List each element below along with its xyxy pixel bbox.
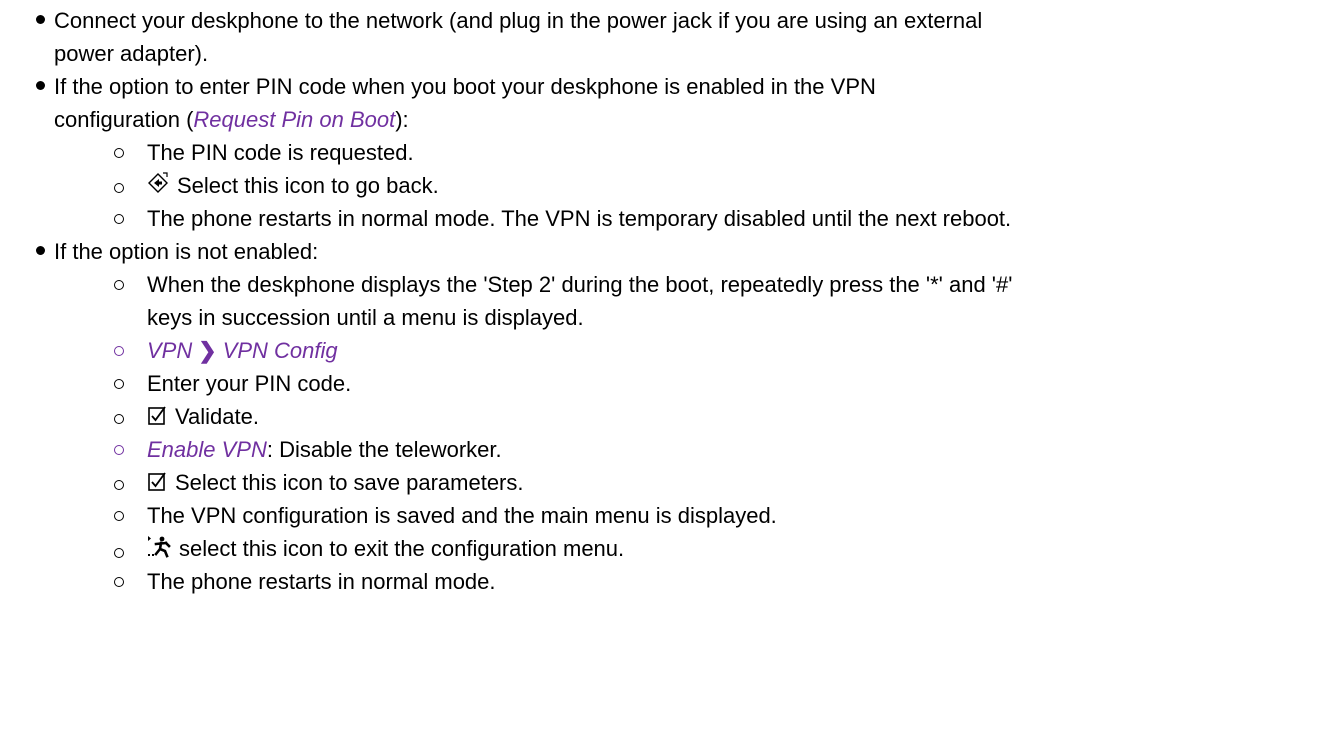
back-arrow-icon bbox=[147, 172, 169, 205]
sub-item-text: Validate. bbox=[175, 404, 259, 429]
bullet-dot bbox=[36, 246, 45, 255]
circle-bullet bbox=[114, 548, 124, 558]
item-text: power adapter). bbox=[54, 41, 209, 66]
circle-bullet bbox=[114, 183, 124, 193]
bullet-dot bbox=[36, 15, 45, 24]
sub-item-text: The VPN configuration is saved and the m… bbox=[147, 503, 777, 528]
sub-item-text: The PIN code is requested. bbox=[147, 140, 414, 165]
exit-running-man-icon bbox=[147, 535, 171, 568]
sub-item-text: The phone restarts in normal mode. The V… bbox=[147, 206, 1012, 231]
circle-bullet bbox=[114, 577, 124, 587]
setting-name: Enable VPN bbox=[147, 437, 267, 462]
sub-item-text: Select this icon to save parameters. bbox=[175, 470, 524, 495]
menu-path: VPN ❯ VPN Config bbox=[147, 334, 1307, 367]
sub-item-text: Enter your PIN code. bbox=[147, 371, 352, 396]
item-text: Connect your deskphone to the network (a… bbox=[54, 8, 983, 33]
sub-item-text: select this icon to exit the configurati… bbox=[179, 536, 625, 561]
circle-bullet bbox=[114, 280, 124, 290]
sub-item-text: The phone restarts in normal mode. bbox=[147, 569, 496, 594]
item-text: If the option is not enabled: bbox=[54, 239, 319, 264]
circle-bullet bbox=[114, 214, 124, 224]
chevron-right-icon: ❯ bbox=[198, 338, 217, 363]
checkbox-validate-icon bbox=[147, 469, 167, 502]
circle-bullet bbox=[114, 480, 124, 490]
checkbox-validate-icon bbox=[147, 403, 167, 436]
sub-item-text: : Disable the teleworker. bbox=[266, 437, 502, 462]
circle-bullet bbox=[114, 346, 124, 356]
sub-item-text: keys in succession until a menu is displ… bbox=[147, 305, 584, 330]
item-text: ): bbox=[395, 107, 409, 132]
circle-bullet bbox=[114, 414, 124, 424]
circle-bullet bbox=[114, 148, 124, 158]
item-text: If the option to enter PIN code when you… bbox=[54, 74, 876, 99]
setting-name: Request Pin on Boot bbox=[193, 107, 396, 132]
bullet-dot bbox=[36, 81, 45, 90]
circle-bullet bbox=[114, 445, 124, 455]
circle-bullet bbox=[114, 511, 124, 521]
menu-path-item: VPN Config bbox=[222, 338, 338, 363]
sub-item-text: Select this icon to go back. bbox=[177, 173, 439, 198]
menu-path-item: VPN bbox=[147, 338, 193, 363]
sub-item-text: When the deskphone displays the 'Step 2'… bbox=[147, 272, 1013, 297]
circle-bullet bbox=[114, 379, 124, 389]
item-text: configuration ( bbox=[54, 107, 194, 132]
